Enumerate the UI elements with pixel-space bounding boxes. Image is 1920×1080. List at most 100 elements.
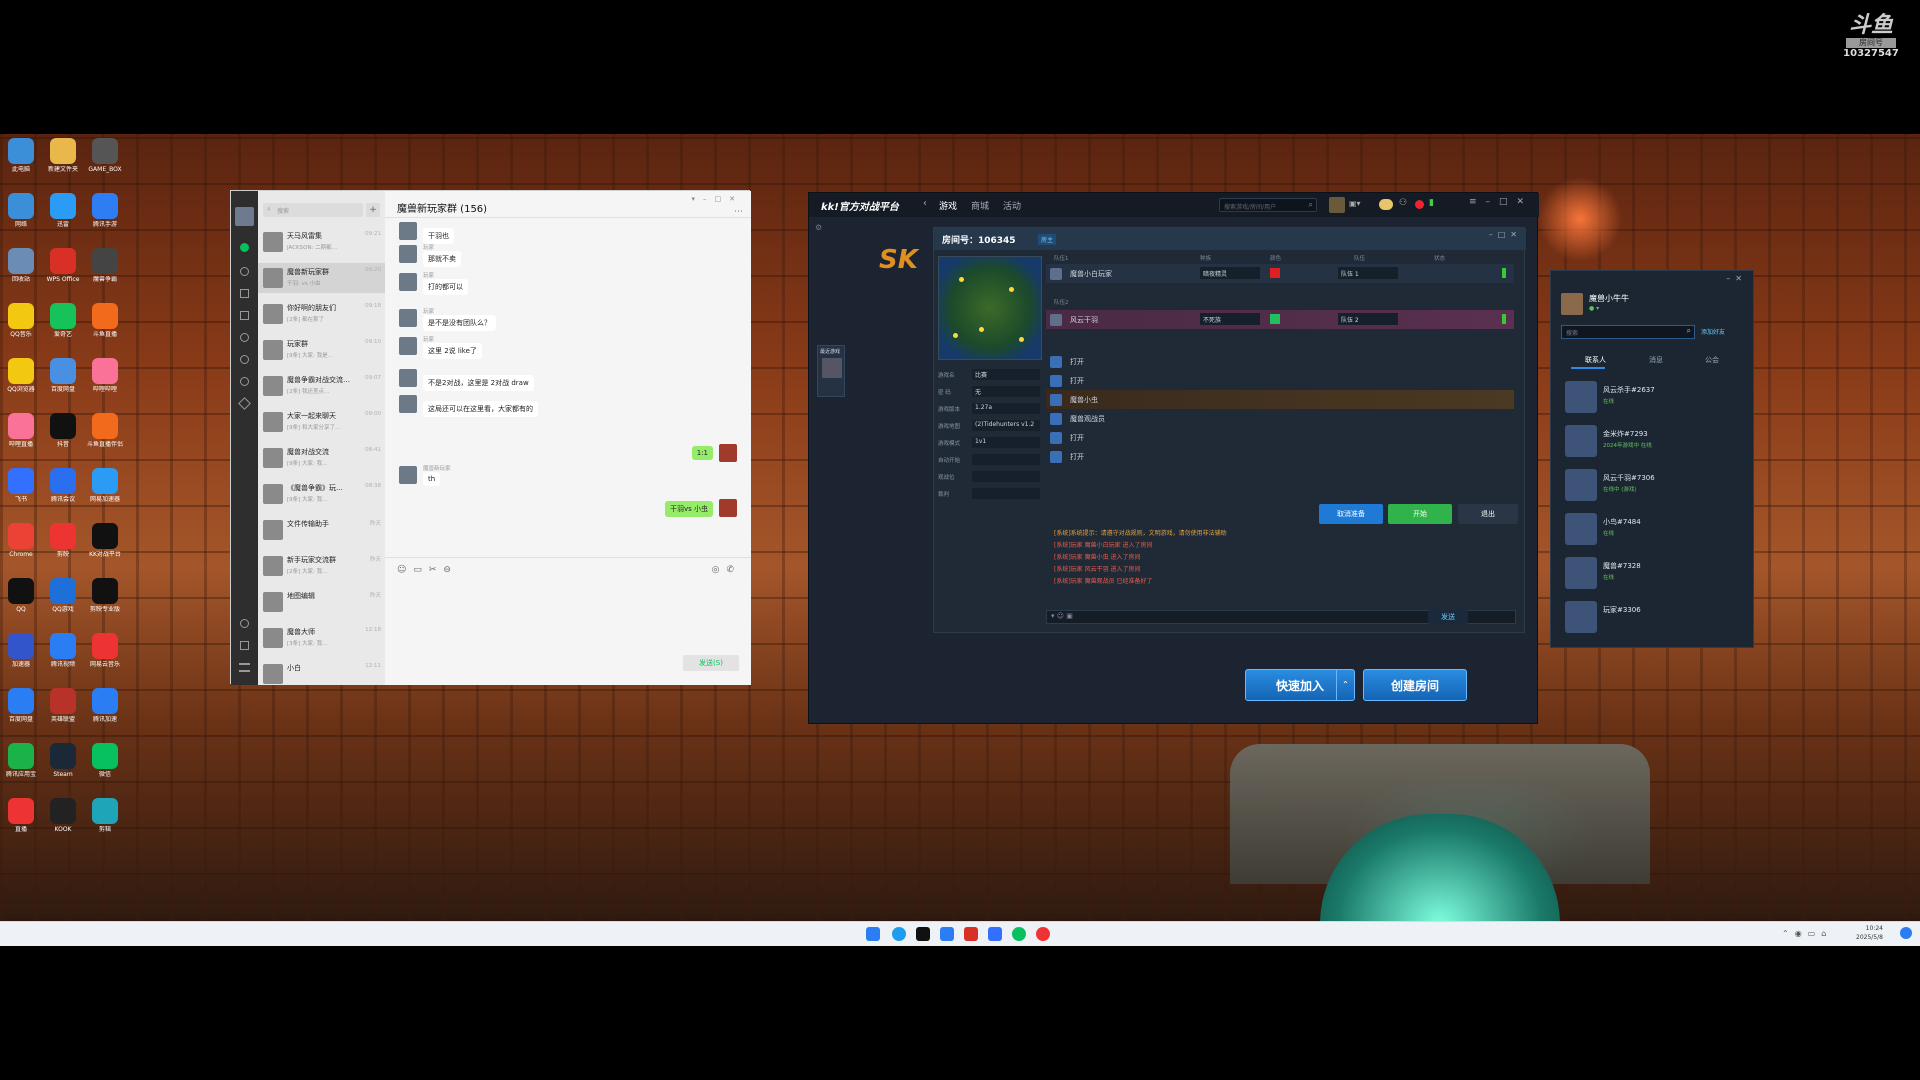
input-toolbar[interactable]: ☺▭✂⊖ xyxy=(397,565,458,575)
desktop-icon[interactable]: 网络 xyxy=(0,193,42,235)
desktop-icon[interactable]: 腾讯加速 xyxy=(84,688,126,730)
user-avatar[interactable] xyxy=(1329,197,1345,213)
setting-value[interactable] xyxy=(972,488,1040,499)
game-thumbnail[interactable] xyxy=(822,358,842,378)
list-item[interactable]: 魔兽对战交流 [9条] 大家: 我… 08:41 xyxy=(258,443,385,473)
search-icon[interactable] xyxy=(240,377,249,386)
channels-icon[interactable] xyxy=(240,355,249,364)
desktop-icon[interactable]: 腾讯应用宝 xyxy=(0,743,42,785)
desktop-icon[interactable]: QQ音乐 xyxy=(0,303,42,345)
menu-icon[interactable] xyxy=(239,663,250,672)
message-bubble[interactable]: 这里 2说 like了 xyxy=(423,343,482,359)
avatar[interactable] xyxy=(399,369,417,387)
observer-slot[interactable]: 魔兽观战员 xyxy=(1046,409,1514,428)
avatar[interactable] xyxy=(1561,293,1583,315)
list-item[interactable]: 玩家群 [9条] 大家: 我是… 09:10 xyxy=(258,335,385,365)
observer-slot[interactable]: 魔兽小虫 xyxy=(1046,390,1514,409)
desktop-icon[interactable]: 剪映 xyxy=(42,523,84,565)
kk-search-input[interactable]: 搜索游戏/房间/用户 ⌕ xyxy=(1219,198,1317,212)
list-item[interactable]: 新手玩家交流群 [2条] 大家: 我… 昨天 xyxy=(258,551,385,581)
friend-item[interactable]: 金米炸#7293 2024年游戏中 在线 xyxy=(1551,419,1755,463)
message-bubble[interactable]: 这局还可以在这里看，大家都有的 xyxy=(423,401,538,417)
notification-icon[interactable] xyxy=(1900,927,1912,939)
clock[interactable]: 10:24 2025/5/8 xyxy=(1856,924,1883,942)
desktop-icon[interactable]: 腾讯手游 xyxy=(84,193,126,235)
quick-join-button[interactable]: 快速加入 ⌃ xyxy=(1245,669,1355,701)
kk-taskbar-icon[interactable] xyxy=(916,927,930,941)
friend-item[interactable]: 风云千羽#7306 在线中 (游戏) xyxy=(1551,463,1755,507)
desktop-icon[interactable]: 魔兽争霸 xyxy=(84,248,126,290)
meeting-taskbar-icon[interactable] xyxy=(940,927,954,941)
list-item[interactable]: 小白 12:11 xyxy=(258,659,385,685)
friend-item[interactable]: 风云杀手#2637 在线 xyxy=(1551,375,1755,419)
nav-events[interactable]: 活动 xyxy=(1003,199,1021,212)
list-item[interactable]: 魔兽新玩家群 干羽: vs 小虫 09:20 xyxy=(258,263,385,293)
search-box[interactable]: ⌕ 搜索 xyxy=(263,203,363,217)
nav-store[interactable]: 商城 xyxy=(971,199,989,212)
desktop-icon[interactable]: 百度网盘 xyxy=(0,688,42,730)
desktop-icon[interactable]: 加速器 xyxy=(0,633,42,675)
files-icon[interactable] xyxy=(240,311,249,320)
observer-slot[interactable]: 打开 xyxy=(1046,371,1514,390)
message-bubble[interactable]: 不是2对战，这里是 2对战 draw xyxy=(423,375,534,391)
avatar[interactable] xyxy=(399,245,417,263)
desktop-icon[interactable]: 网易加速器 xyxy=(84,468,126,510)
avatar[interactable] xyxy=(719,444,737,462)
list-item[interactable]: 地图编辑 昨天 xyxy=(258,587,385,617)
player-slot[interactable]: 风云干羽 不死族 队伍 2 xyxy=(1046,310,1514,329)
tab-guild[interactable]: 公会 xyxy=(1705,355,1719,365)
list-item[interactable]: 天马风雷集 JACKSON: 二期都… 09:21 xyxy=(258,227,385,257)
list-item[interactable]: 魔兽大师 [3条] 大家: 我… 12:18 xyxy=(258,623,385,653)
friend-item[interactable]: 小鸟#7484 在线 xyxy=(1551,507,1755,551)
avatar[interactable] xyxy=(399,395,417,413)
room-send-button[interactable]: 发送 xyxy=(1428,610,1468,624)
douyu-taskbar-icon[interactable] xyxy=(1036,927,1050,941)
desktop-icon[interactable]: 网易云音乐 xyxy=(84,633,126,675)
list-item[interactable]: 文件传输助手 昨天 xyxy=(258,515,385,545)
avatar[interactable] xyxy=(235,207,254,226)
mobile-icon[interactable] xyxy=(240,641,249,650)
window-controls[interactable]: ▾–□✕ xyxy=(692,195,744,203)
list-item[interactable]: 你好啊的朋友们 [2条] 都在那了 09:18 xyxy=(258,299,385,329)
observer-slot[interactable]: 打开 xyxy=(1046,428,1514,447)
friend-item[interactable]: 玩家#3306 xyxy=(1551,595,1755,639)
team-select[interactable]: 队伍 2 xyxy=(1338,313,1398,325)
desktop-icon[interactable]: 抖音 xyxy=(42,413,84,455)
message-bubble[interactable]: 干羽也 xyxy=(423,228,454,244)
desktop-icon[interactable]: 回收站 xyxy=(0,248,42,290)
coin-icon[interactable] xyxy=(1379,199,1393,210)
observer-slot[interactable]: 打开 xyxy=(1046,352,1514,371)
list-item[interactable]: 大家一起来聊天 [9条] 和大家分享了… 09:00 xyxy=(258,407,385,437)
race-select[interactable]: 暗夜精灵 xyxy=(1200,267,1260,279)
feishu-taskbar-icon[interactable] xyxy=(988,927,1002,941)
desktop-icon[interactable]: 腾讯会议 xyxy=(42,468,84,510)
desktop-icon[interactable]: 此电脑 xyxy=(0,138,42,180)
desktop-icon[interactable]: 直播 xyxy=(0,798,42,840)
race-select[interactable]: 不死族 xyxy=(1200,313,1260,325)
color-swatch[interactable] xyxy=(1270,268,1280,278)
desktop-icon[interactable]: WPS Office xyxy=(42,248,84,290)
back-icon[interactable]: ‹ xyxy=(923,198,927,209)
add-chat-button[interactable]: + xyxy=(366,203,380,217)
desktop-icon[interactable]: 哔哩哔哩 xyxy=(84,358,126,400)
avatar[interactable] xyxy=(719,499,737,517)
desktop-icon[interactable]: 微信 xyxy=(84,743,126,785)
desktop-icon[interactable]: 斗鱼直播伴侣 xyxy=(84,413,126,455)
desktop-icon[interactable]: KK对战平台 xyxy=(84,523,126,565)
message-bubble[interactable]: 打的都可以 xyxy=(423,279,468,295)
friends-search-input[interactable]: 搜索 ⌕ xyxy=(1561,325,1695,339)
desktop-icon[interactable]: 百度网盘 xyxy=(42,358,84,400)
tab-messages[interactable]: 消息 xyxy=(1649,355,1663,365)
quit-button[interactable]: 退出 xyxy=(1458,504,1518,524)
desktop-icon[interactable]: 腾讯视频 xyxy=(42,633,84,675)
mini-program-icon[interactable] xyxy=(238,397,251,410)
message-bubble[interactable]: 干羽vs 小虫 xyxy=(664,501,713,517)
avatar[interactable] xyxy=(399,337,417,355)
message-bubble[interactable]: th xyxy=(423,472,441,486)
send-button[interactable]: 发送(S) xyxy=(683,655,739,671)
message-input[interactable] xyxy=(397,579,737,649)
team-select[interactable]: 队伍 1 xyxy=(1338,267,1398,279)
observer-slot[interactable]: 打开 xyxy=(1046,447,1514,466)
message-bubble[interactable]: 那就不卖 xyxy=(423,251,461,267)
more-icon[interactable]: ⋯ xyxy=(734,207,743,217)
